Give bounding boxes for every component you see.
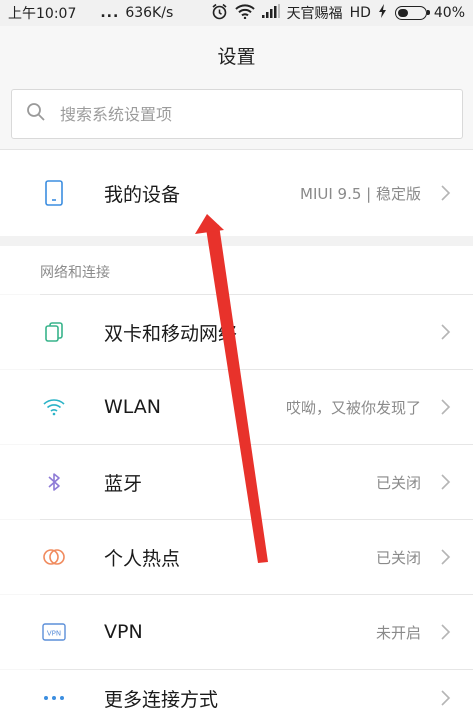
- status-time: 上午10:07: [8, 6, 77, 22]
- battery-icon: [394, 6, 430, 20]
- list-item-vpn[interactable]: VPN VPN 未开启: [0, 595, 473, 669]
- chevron-right-icon: [439, 184, 451, 202]
- chevron-right-icon: [439, 623, 451, 641]
- search-icon: [26, 102, 46, 126]
- phone-icon: [42, 180, 66, 206]
- charging-icon: [378, 4, 388, 22]
- status-net-speed: 636K/s: [125, 5, 174, 21]
- list-item-label: 更多连接方式: [104, 688, 219, 711]
- section-header-network: 网络和连接: [0, 246, 473, 294]
- page-title-bar: 设置: [0, 26, 473, 84]
- hotspot-icon: [42, 545, 66, 569]
- list-item-wlan[interactable]: WLAN 哎呦，又被你发现了: [0, 370, 473, 444]
- list-item-label: 个人热点: [104, 547, 181, 570]
- bluetooth-icon: [42, 470, 66, 494]
- my-device-row[interactable]: 我的设备 MIUI 9.5 | 稳定版: [0, 150, 473, 236]
- status-dots: ...: [100, 5, 120, 21]
- status-network-type: HD: [349, 5, 371, 21]
- list-item-value: 哎呦，又被你发现了: [285, 398, 421, 417]
- my-device-label: 我的设备: [104, 183, 181, 206]
- search-input[interactable]: [60, 104, 420, 124]
- list-item-label: 双卡和移动网络: [104, 322, 238, 345]
- sim-card-icon: [42, 320, 66, 344]
- chevron-right-icon: [439, 398, 451, 416]
- list-item-label: VPN: [104, 621, 143, 643]
- search-box[interactable]: [11, 89, 463, 139]
- list-item-more-connections[interactable]: 更多连接方式: [0, 670, 473, 726]
- list-item-value: 已关闭: [375, 548, 421, 567]
- list-item-label: WLAN: [104, 396, 162, 418]
- status-battery-percent: 40%: [433, 5, 465, 21]
- section-gap: [0, 236, 473, 246]
- list-item-value: 未开启: [375, 623, 421, 642]
- svg-text:VPN: VPN: [47, 630, 61, 638]
- wifi-icon: [42, 395, 66, 419]
- section-title: 网络和连接: [40, 265, 110, 281]
- alarm-icon: [211, 3, 228, 24]
- chevron-right-icon: [439, 473, 451, 491]
- signal-icon: [261, 4, 280, 22]
- status-bar: 上午10:07 ... 636K/s 天官赐福 HD 40%: [0, 0, 473, 26]
- status-carrier: 天官赐福: [286, 6, 343, 22]
- chevron-right-icon: [439, 323, 451, 341]
- wifi-icon: [234, 3, 255, 23]
- more-dots-icon: [42, 686, 66, 710]
- list-item-label: 蓝牙: [104, 472, 143, 495]
- chevron-right-icon: [439, 689, 451, 707]
- list-item-hotspot[interactable]: 个人热点 已关闭: [0, 520, 473, 594]
- search-area: [0, 84, 473, 150]
- vpn-icon: VPN: [42, 620, 66, 644]
- chevron-right-icon: [439, 548, 451, 566]
- my-device-value: MIUI 9.5 | 稳定版: [300, 184, 421, 203]
- list-item-value: 已关闭: [375, 473, 421, 492]
- page-title: 设置: [217, 45, 256, 68]
- list-item-bluetooth[interactable]: 蓝牙 已关闭: [0, 445, 473, 519]
- list-item-dual-sim[interactable]: 双卡和移动网络: [0, 295, 473, 369]
